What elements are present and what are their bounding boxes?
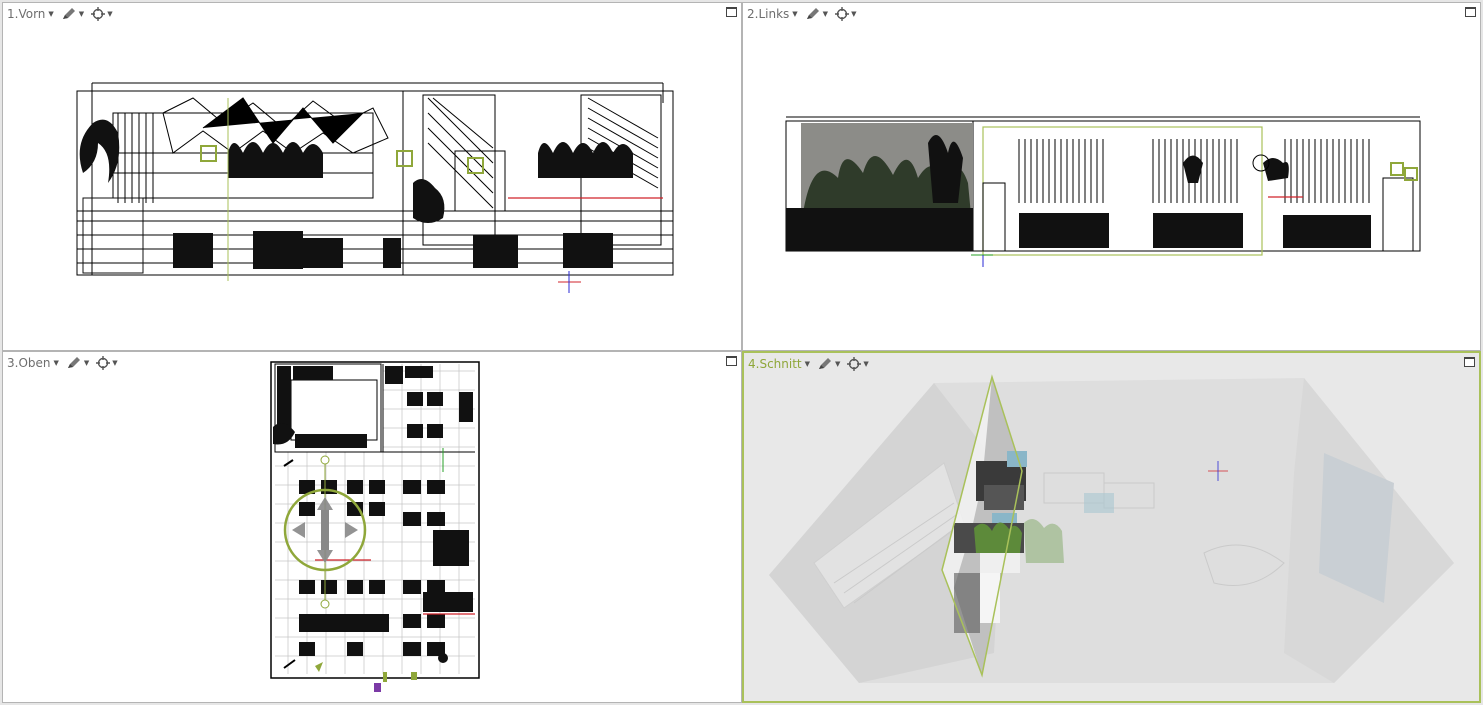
caret-down-icon[interactable]: ▼: [84, 359, 89, 367]
caret-down-icon[interactable]: ▼: [48, 10, 53, 18]
caret-down-icon[interactable]: ▼: [54, 359, 59, 367]
caret-down-icon[interactable]: ▼: [851, 10, 856, 18]
crosshair-icon[interactable]: [91, 7, 106, 21]
left-elevation-drawing[interactable]: [743, 3, 1481, 351]
viewport-front[interactable]: 1.Vorn ▼ ▼ ▼: [2, 2, 742, 351]
crosshair-icon[interactable]: [96, 356, 111, 370]
caret-down-icon[interactable]: ▼: [863, 360, 868, 368]
pen-tool-icon[interactable]: [66, 356, 82, 370]
pen-tool-icon[interactable]: [61, 7, 77, 21]
caret-down-icon[interactable]: ▼: [792, 10, 797, 18]
caret-down-icon[interactable]: ▼: [112, 359, 117, 367]
caret-down-icon[interactable]: ▼: [79, 10, 84, 18]
viewport-section[interactable]: 4.Schnitt ▼ ▼ ▼: [742, 351, 1481, 703]
viewport-title[interactable]: 1.Vorn: [7, 7, 46, 21]
viewport-header: 3.Oben ▼ ▼ ▼: [7, 354, 122, 372]
section-3d-render[interactable]: [744, 353, 1481, 703]
caret-down-icon[interactable]: ▼: [805, 360, 810, 368]
viewport-title[interactable]: 3.Oben: [7, 356, 52, 370]
maximize-icon[interactable]: [726, 7, 737, 17]
crosshair-icon[interactable]: [847, 357, 862, 371]
front-elevation-drawing[interactable]: [3, 3, 742, 351]
viewport-top[interactable]: 3.Oben ▼ ▼ ▼: [2, 351, 742, 703]
viewport-left[interactable]: 2.Links ▼ ▼ ▼: [742, 2, 1481, 351]
top-plan-drawing[interactable]: [3, 352, 742, 703]
caret-down-icon[interactable]: ▼: [107, 10, 112, 18]
viewport-title[interactable]: 2.Links: [747, 7, 790, 21]
viewport-header: 2.Links ▼ ▼ ▼: [747, 5, 860, 23]
maximize-icon[interactable]: [1464, 357, 1475, 367]
pen-tool-icon[interactable]: [817, 357, 833, 371]
pen-tool-icon[interactable]: [805, 7, 821, 21]
caret-down-icon[interactable]: ▼: [835, 360, 840, 368]
maximize-icon[interactable]: [726, 356, 737, 366]
viewport-title[interactable]: 4.Schnitt: [748, 357, 803, 371]
maximize-icon[interactable]: [1465, 7, 1476, 17]
viewport-header: 1.Vorn ▼ ▼ ▼: [7, 5, 117, 23]
crosshair-icon[interactable]: [835, 7, 850, 21]
caret-down-icon[interactable]: ▼: [823, 10, 828, 18]
viewport-header: 4.Schnitt ▼ ▼ ▼: [748, 355, 873, 373]
